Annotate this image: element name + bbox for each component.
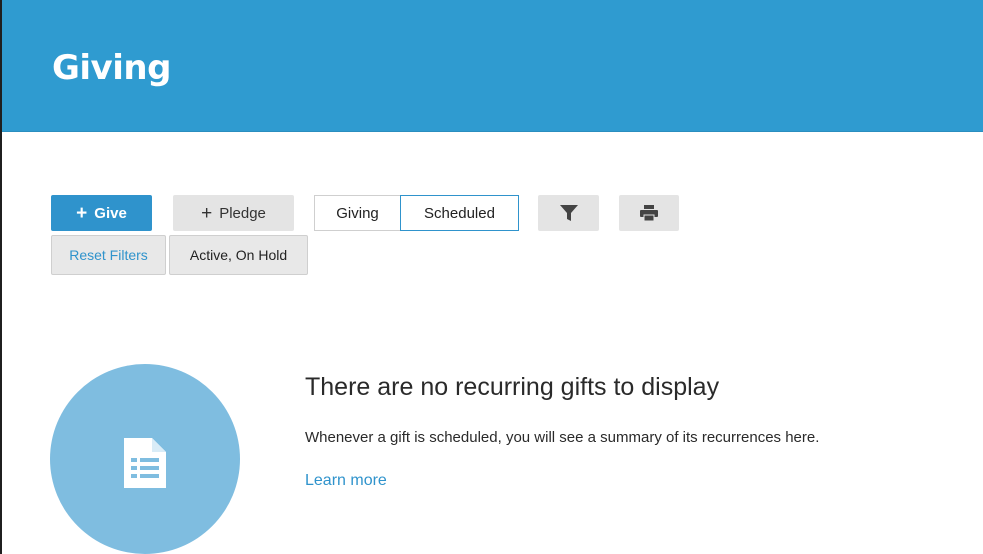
plus-icon: + xyxy=(201,202,213,224)
reset-filters-button[interactable]: Reset Filters xyxy=(51,235,166,275)
empty-state-title: There are no recurring gifts to display xyxy=(305,373,720,401)
filter-button[interactable] xyxy=(538,195,599,231)
pledge-button-label: Pledge xyxy=(219,204,266,222)
pledge-button[interactable]: + Pledge xyxy=(173,195,294,231)
page-title: Giving xyxy=(52,48,171,88)
learn-more-link[interactable]: Learn more xyxy=(305,471,387,491)
page-header: Giving xyxy=(2,0,983,132)
empty-state-description: Whenever a gift is scheduled, you will s… xyxy=(305,429,820,446)
view-toggle: Giving Scheduled xyxy=(314,195,519,231)
tab-giving[interactable]: Giving xyxy=(314,195,400,231)
plus-icon: + xyxy=(76,202,88,224)
give-button[interactable]: + Give xyxy=(51,195,152,231)
tab-scheduled[interactable]: Scheduled xyxy=(400,195,519,231)
print-icon xyxy=(640,205,658,222)
status-filter-chip[interactable]: Active, On Hold xyxy=(169,235,308,275)
print-button[interactable] xyxy=(619,195,679,231)
document-list-icon xyxy=(124,438,166,488)
filter-icon xyxy=(559,205,578,221)
give-button-label: Give xyxy=(94,204,127,222)
